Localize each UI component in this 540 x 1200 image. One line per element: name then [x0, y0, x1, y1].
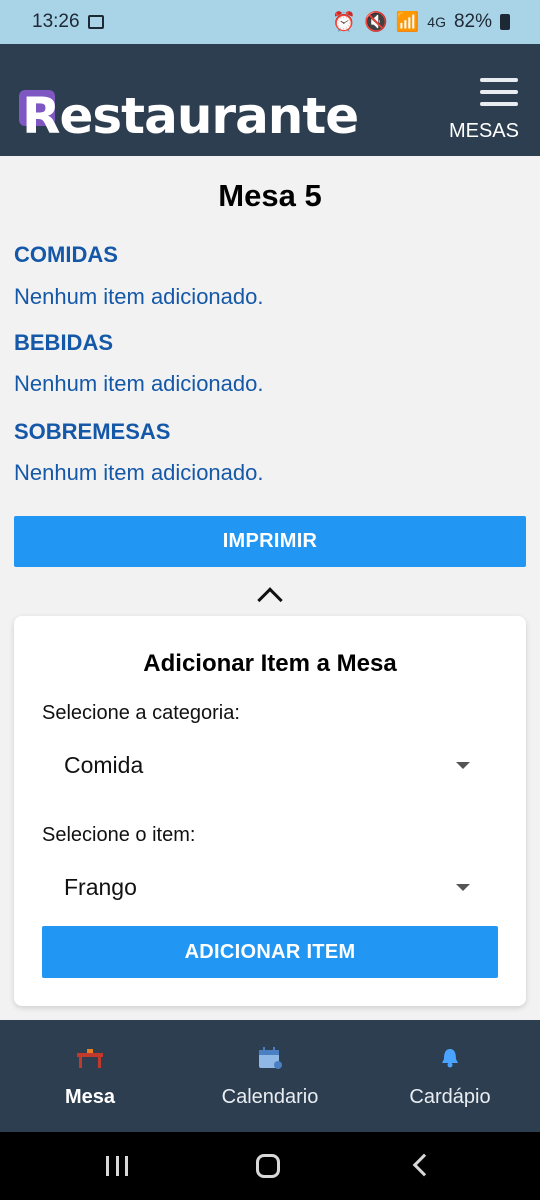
battery-icon — [500, 14, 510, 30]
brand-name: Restaurante — [22, 87, 359, 145]
item-value: Frango — [64, 874, 137, 900]
item-label: Selecione o item: — [42, 824, 196, 846]
wifi-icon: 📶 — [395, 12, 420, 33]
back-icon[interactable] — [412, 1153, 436, 1177]
battery-percent: 82% — [453, 11, 492, 32]
section-empty-bebidas: Nenhum item adicionado. — [14, 371, 264, 396]
page-title: Mesa 5 — [218, 178, 322, 213]
section-title-bebidas: BEBIDAS — [14, 330, 114, 355]
nav-label-cardapio: Cardápio — [409, 1086, 491, 1108]
item-select[interactable]: Frango — [42, 860, 498, 916]
add-item-panel: Adicionar Item a Mesa Selecione a catego… — [14, 616, 526, 1006]
add-item-button[interactable]: ADICIONAR ITEM — [42, 926, 498, 978]
nav-label-calendario: Calendario — [221, 1086, 319, 1108]
brand-logo[interactable]: Restaurante — [18, 87, 359, 145]
status-time: 13:26 — [32, 11, 80, 32]
category-value: Comida — [64, 752, 144, 778]
gallery-icon — [87, 15, 104, 29]
panel-title: Adicionar Item a Mesa — [143, 650, 397, 677]
calendar-icon — [256, 1046, 284, 1070]
system-nav-bar — [0, 1132, 540, 1200]
dropdown-arrow-icon — [456, 762, 470, 769]
section-empty-sobremesas: Nenhum item adicionado. — [14, 460, 264, 485]
table-icon — [76, 1046, 104, 1070]
recents-icon[interactable] — [106, 1156, 128, 1176]
chevron-up-icon[interactable] — [257, 587, 283, 613]
section-title-sobremesas: SOBREMESAS — [14, 419, 171, 444]
status-bar: 13:26 ⏰ 🔇 📶 4G 82% — [0, 0, 540, 44]
network-label: 4G — [427, 14, 446, 30]
hamburger-icon[interactable] — [480, 78, 518, 106]
nav-label-mesa: Mesa — [64, 1086, 116, 1108]
nav-item-cardapio[interactable]: Cardápio — [360, 1020, 540, 1132]
print-button[interactable]: IMPRIMIR — [14, 516, 526, 567]
home-icon[interactable] — [256, 1154, 280, 1178]
bell-icon — [436, 1046, 464, 1070]
section-title-comidas: COMIDAS — [14, 242, 118, 267]
category-select[interactable]: Comida — [42, 738, 498, 794]
mute-icon: 🔇 — [363, 12, 388, 33]
nav-item-mesa[interactable]: Mesa — [0, 1020, 180, 1132]
dropdown-arrow-icon — [456, 884, 470, 891]
alarm-icon: ⏰ — [332, 12, 356, 33]
category-label: Selecione a categoria: — [42, 702, 240, 724]
bottom-nav: Mesa Calendario Cardápio — [0, 1020, 540, 1132]
mesas-link[interactable]: MESAS — [449, 120, 519, 143]
nav-item-calendario[interactable]: Calendario — [180, 1020, 360, 1132]
section-empty-comidas: Nenhum item adicionado. — [14, 284, 264, 309]
